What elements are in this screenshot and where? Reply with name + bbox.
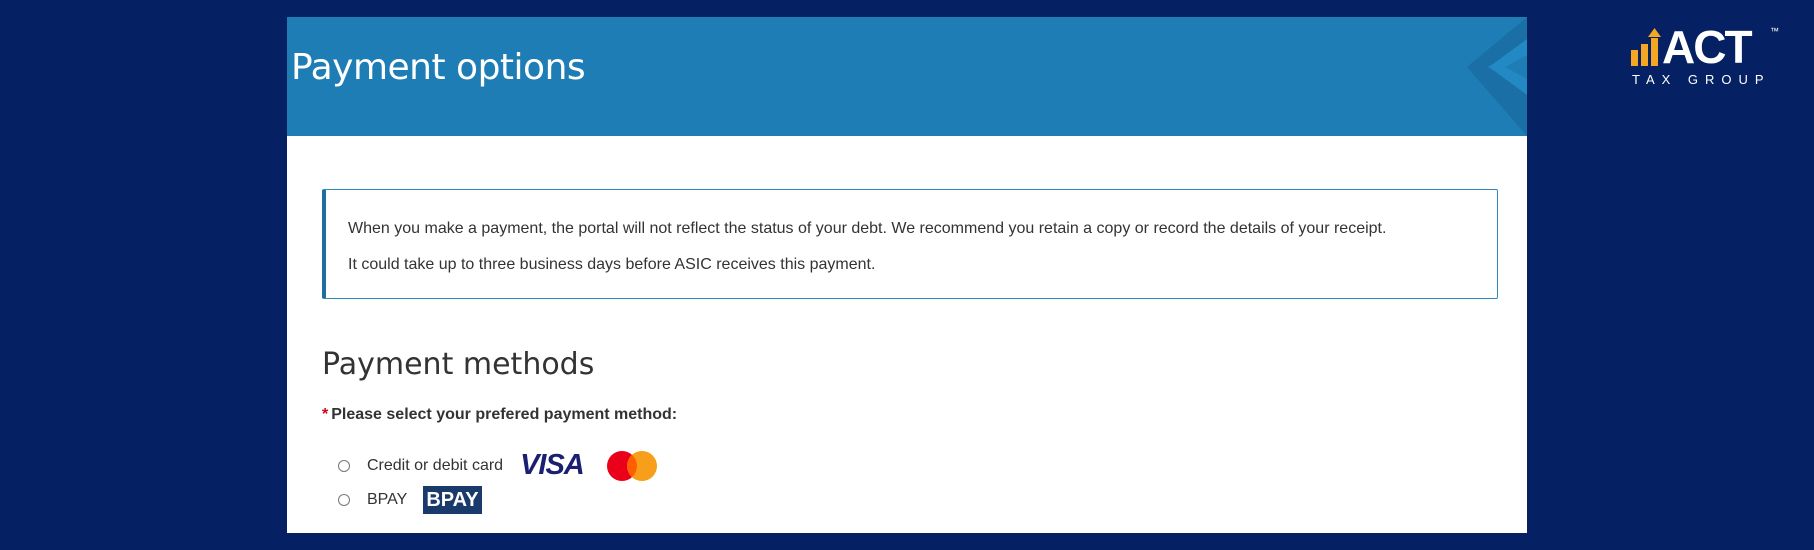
logo-wordmark: ACT — [1662, 21, 1753, 73]
mastercard-logo — [606, 450, 657, 481]
option-credit-card[interactable]: Credit or debit card VISA — [338, 449, 658, 482]
bar-chart-arrow-icon — [1631, 28, 1661, 66]
required-marker: * — [322, 406, 329, 423]
prompt-text: Please select your prefered payment meth… — [331, 406, 678, 423]
credit-card-label: Credit or debit card — [367, 456, 504, 474]
logo-trademark: ™ — [1770, 26, 1779, 36]
page-banner: Payment options — [287, 17, 1527, 136]
info-notice: When you make a payment, the portal will… — [322, 189, 1498, 299]
visa-logo: VISA — [520, 449, 585, 481]
banner-chevron-decoration — [1467, 17, 1527, 136]
option-bpay[interactable]: BPAY BPAY — [338, 486, 482, 514]
bpay-logo: BPAY — [423, 486, 482, 514]
payment-method-prompt: * Please select your prefered payment met… — [322, 406, 677, 424]
bpay-radio[interactable] — [338, 494, 350, 506]
bpay-label: BPAY — [367, 491, 408, 508]
act-tax-group-logo: ACT ™ TAX GROUP — [1630, 21, 1780, 92]
payment-methods-heading: Payment methods — [322, 347, 595, 382]
notice-line-1: When you make a payment, the portal will… — [348, 220, 1387, 237]
page-title: Payment options — [291, 47, 586, 88]
credit-card-radio[interactable] — [338, 459, 350, 472]
logo-subtitle: TAX GROUP — [1632, 72, 1771, 87]
payment-panel: Payment options When you make a payment,… — [287, 17, 1527, 533]
notice-line-2: It could take up to three business days … — [348, 256, 876, 273]
